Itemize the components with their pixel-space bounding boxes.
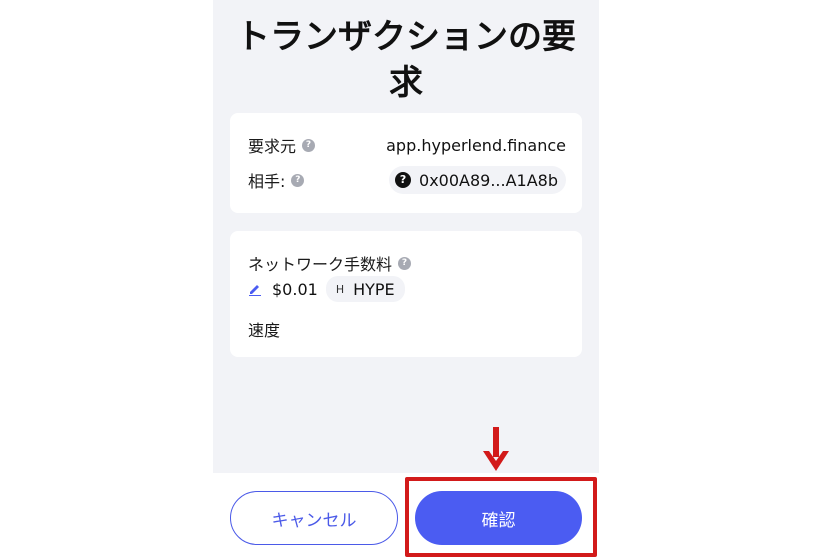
counterparty-row: 相手: ? ? 0x00A89...A1A8b [248,166,566,194]
speed-label: 速度 [248,321,281,340]
down-arrow-icon [483,427,509,471]
transaction-request-panel: トランザクションの要求 要求元 ? app.hyperlend.finance … [213,0,599,560]
network-fee-card: ネットワーク手数料 ? $0.01 H HYPE 速度 [230,231,582,357]
origin-row: 要求元 ? app.hyperlend.finance [248,133,566,157]
token-icon: H [335,282,345,296]
network-fee-help-icon[interactable]: ? [398,256,412,270]
origin-value: app.hyperlend.finance [386,135,566,155]
page-title: トランザクションの要求 [236,17,576,103]
question-badge-icon: ? [395,172,412,188]
origin-help-icon[interactable]: ? [302,138,316,152]
counterparty-help-icon[interactable]: ? [291,173,305,187]
fee-value: $0.01 [272,279,318,299]
network-fee-label: ネットワーク手数料 [248,255,393,274]
counterparty-label: 相手: [248,172,286,191]
token-pill: H HYPE [325,276,405,302]
counterparty-address: 0x00A89...A1A8b [419,170,558,190]
fee-value-row: $0.01 H HYPE [248,276,566,302]
token-symbol: HYPE [353,279,395,299]
counterparty-address-pill[interactable]: ? 0x00A89...A1A8b [389,166,566,194]
pencil-icon[interactable] [248,282,262,296]
request-info-card: 要求元 ? app.hyperlend.finance 相手: ? ? 0x00… [230,113,582,213]
confirm-highlight-box [405,477,597,557]
speed-row: 速度 [248,317,566,341]
network-fee-row: ネットワーク手数料 ? [248,251,566,275]
cancel-button[interactable]: キャンセル [230,491,398,545]
origin-label: 要求元 [248,137,297,156]
